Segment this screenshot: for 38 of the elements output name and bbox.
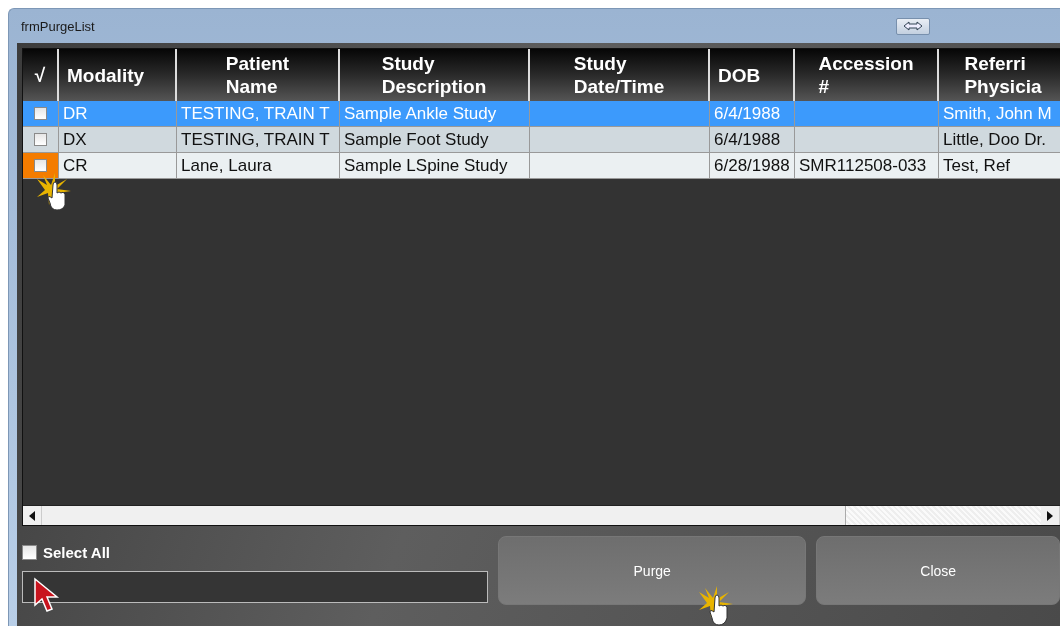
select-all-checkbox[interactable] (22, 545, 37, 560)
close-button[interactable]: Close (816, 536, 1060, 605)
table-cell: Lane, Laura (181, 155, 272, 176)
row-checkbox[interactable] (34, 159, 47, 172)
resize-button[interactable] (896, 17, 930, 35)
column-header[interactable]: Patient Name (177, 49, 340, 101)
table-cell: SMR112508-033 (799, 155, 927, 176)
input-field[interactable] (22, 571, 488, 603)
table-cell: TESTING, TRAIN T (181, 129, 330, 150)
table-cell: Sample LSpine Study (344, 155, 508, 176)
table-cell: Test, Ref (943, 155, 1011, 176)
scroll-left-icon[interactable] (29, 510, 35, 521)
column-header[interactable]: √ (23, 49, 59, 101)
table-cell: 6/4/1988 (714, 129, 781, 150)
purge-button[interactable]: Purge (498, 536, 807, 605)
table-cell: CR (63, 155, 88, 176)
select-all-label[interactable]: Select All (43, 544, 110, 561)
column-header[interactable]: DOB (710, 49, 795, 101)
table-cell: Sample Ankle Study (344, 103, 497, 124)
table-cell: 6/4/1988 (714, 103, 781, 124)
column-header[interactable]: Referri Physicia (939, 49, 1060, 101)
table-cell: TESTING, TRAIN T (181, 103, 330, 124)
row-checkbox[interactable] (34, 107, 47, 120)
table-cell: Sample Foot Study (344, 129, 489, 150)
double-arrow-icon (903, 21, 923, 31)
table-cell: Little, Doo Dr. (943, 129, 1046, 150)
scroll-right-icon[interactable] (1047, 510, 1053, 521)
horizontal-scrollbar[interactable] (23, 505, 1060, 525)
column-header[interactable]: Accession # (795, 49, 939, 101)
row-checkbox[interactable] (34, 133, 47, 146)
table-cell: 6/28/1988 (714, 155, 790, 176)
column-header[interactable]: Study Date/Time (530, 49, 710, 101)
table-cell: DX (63, 129, 87, 150)
window-title: frmPurgeList (21, 18, 95, 34)
table-cell: Smith, John M (943, 103, 1052, 124)
column-header[interactable]: Study Description (340, 49, 530, 101)
column-header[interactable]: Modality (59, 49, 177, 101)
table-cell: DR (63, 103, 88, 124)
